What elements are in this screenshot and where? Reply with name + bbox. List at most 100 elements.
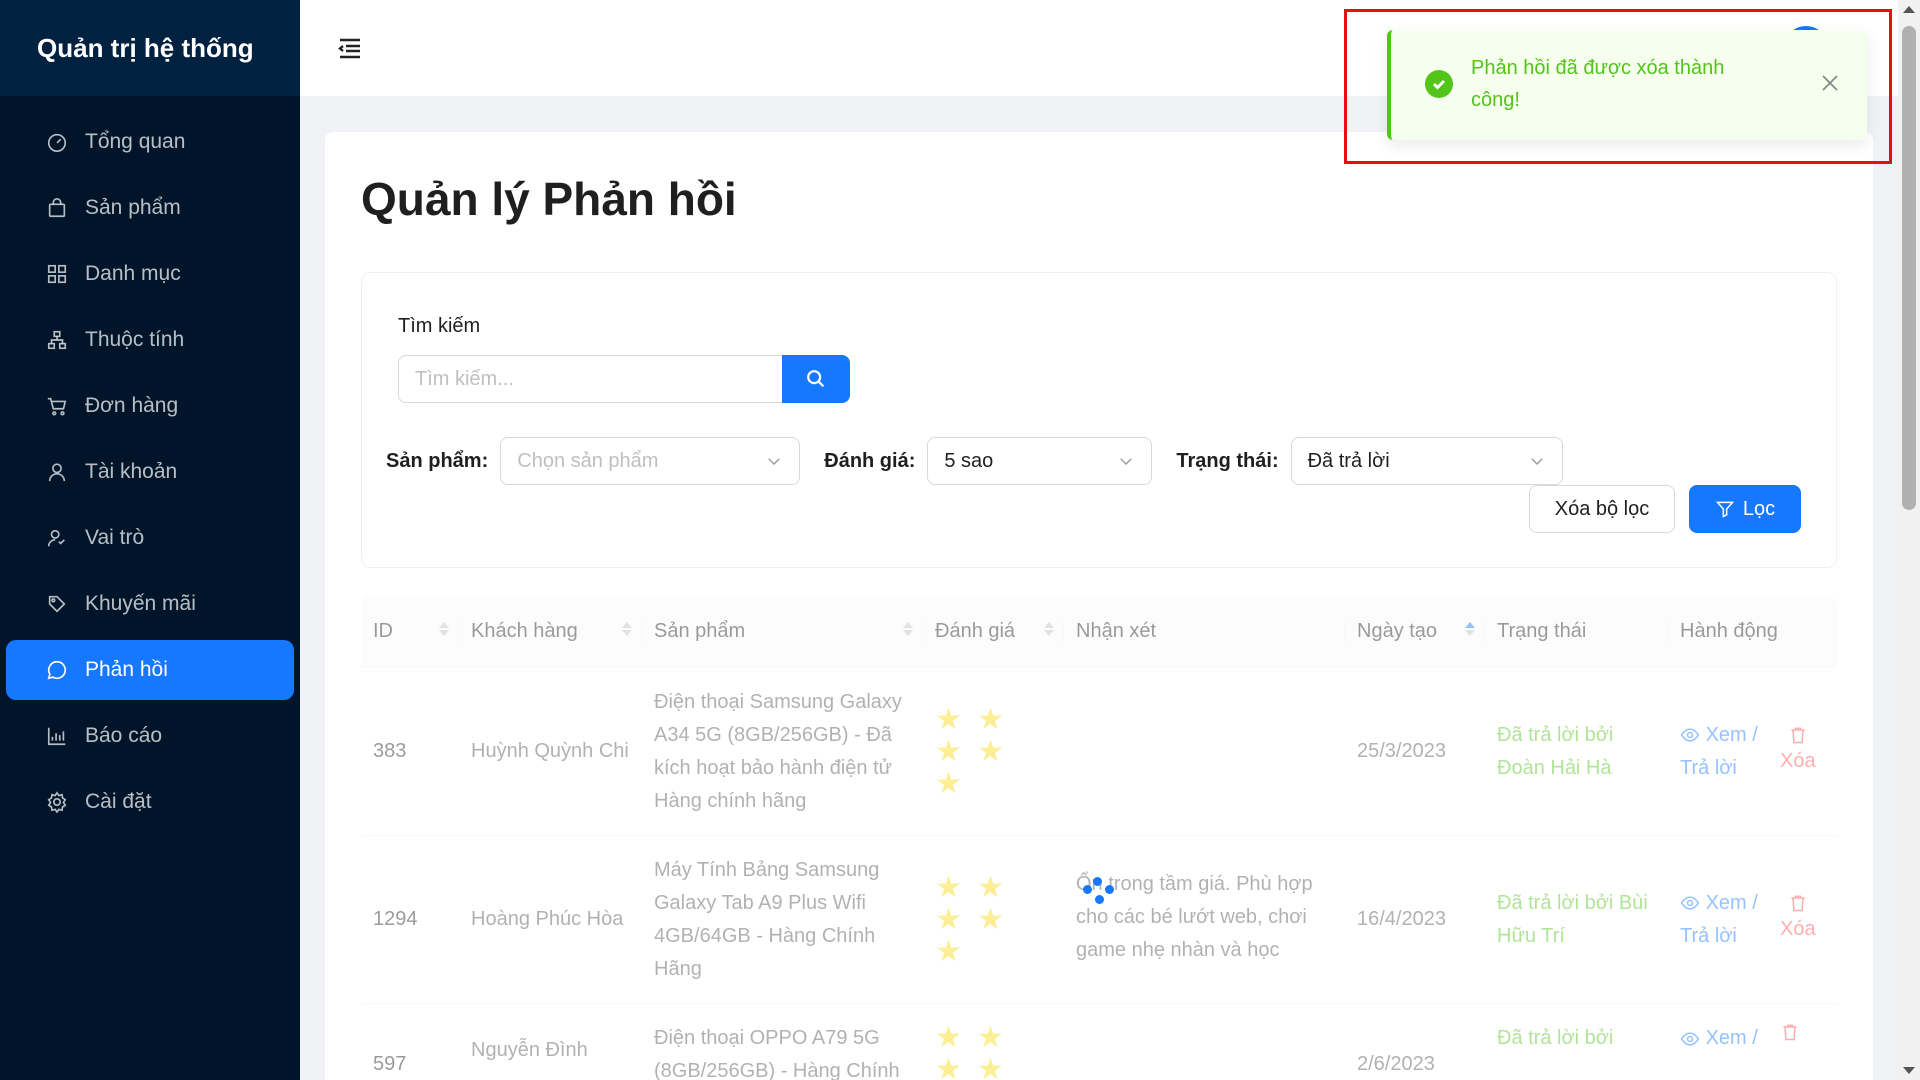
gear-icon [43, 788, 71, 816]
table-row: 1294 Hoàng Phúc Hòa Máy Tính Bảng Samsun… [361, 836, 1837, 1004]
column-header-actions: Hành động [1668, 596, 1837, 667]
star-icon: ★ [935, 734, 962, 768]
delete-link[interactable]: Xóa [1780, 893, 1816, 946]
product-select-placeholder: Chọn sản phẩm [517, 449, 659, 472]
eye-icon [1680, 896, 1700, 910]
loading-spinner-icon [1083, 877, 1119, 913]
dashboard-icon [43, 128, 71, 156]
rating-select-value: 5 sao [944, 449, 994, 472]
rating-filter-label: Đánh giá: [824, 449, 916, 472]
page-scrollbar[interactable] [1898, 0, 1920, 1080]
table-row: 383 Huỳnh Quỳnh Chi Điện thoại Samsung G… [361, 668, 1837, 836]
column-header-rating[interactable]: Đánh giá [923, 596, 1064, 667]
sidebar-item-don-hang[interactable]: Đơn hàng [6, 376, 294, 436]
column-header-label: ID [373, 620, 393, 642]
cell-actions: Xem / Trả lời Xóa [1668, 836, 1837, 1003]
sidebar-item-thuoc-tinh[interactable]: Thuộc tính [6, 310, 294, 370]
status-select[interactable]: Đã trả lời [1290, 437, 1563, 485]
star-icon: ★ [935, 766, 962, 800]
sidebar-item-label: Sản phẩm [85, 196, 181, 219]
column-header-product[interactable]: Sản phẩm [642, 596, 923, 667]
sidebar-item-vai-tro[interactable]: Vai trò [6, 508, 294, 568]
sidebar-menu: Tổng quan Sản phẩm Danh mục Thuộc tính Đ… [0, 96, 300, 832]
close-icon[interactable] [1819, 72, 1841, 94]
column-header-customer[interactable]: Khách hàng [459, 596, 642, 667]
search-button[interactable] [782, 355, 850, 403]
tag-icon [43, 590, 71, 618]
sidebar-item-label: Danh mục [85, 262, 181, 285]
view-reply-link[interactable]: Xem / Trả lời [1680, 719, 1780, 785]
rating-select[interactable]: 5 sao [927, 437, 1153, 485]
cart-icon [43, 392, 71, 420]
view-reply-link[interactable]: Xem / [1680, 1022, 1780, 1055]
column-header-label: Khách hàng [471, 620, 578, 642]
cell-date: 16/4/2023 [1357, 908, 1446, 930]
star-icon: ★ [977, 1053, 1004, 1080]
delete-label: Xóa [1780, 750, 1816, 772]
sidebar-item-label: Thuộc tính [85, 328, 185, 351]
delete-label: Xóa [1780, 918, 1816, 940]
cell-status: Đã trả lời bởi Bùi Hữu Trí [1497, 891, 1648, 947]
sidebar-item-khuyen-mai[interactable]: Khuyến mãi [6, 574, 294, 634]
sidebar-item-label: Vai trò [85, 526, 145, 549]
filter-button[interactable]: Lọc [1689, 485, 1801, 533]
page-title: Quản lý Phản hồi [361, 173, 737, 225]
sidebar-item-tong-quan[interactable]: Tổng quan [6, 112, 294, 172]
cell-date: 2/6/2023 [1357, 1053, 1435, 1075]
sort-icon [622, 622, 632, 636]
message-icon [43, 656, 71, 684]
main-content: Quản lý Phản hồi Tìm kiếm Sản phẩm: Chọn… [325, 132, 1873, 1080]
sidebar-item-tai-khoan[interactable]: Tài khoản [6, 442, 294, 502]
bar-chart-icon [43, 722, 71, 750]
column-header-label: Trạng thái [1497, 620, 1587, 642]
status-filter-label: Trạng thái: [1176, 449, 1279, 472]
column-header-id[interactable]: ID [361, 596, 459, 667]
table-header: ID Khách hàng Sản phẩm Đánh giá Nhận xét [361, 596, 1837, 668]
sidebar-item-label: Cài đặt [85, 790, 152, 813]
check-circle-icon [1425, 70, 1453, 98]
feedback-table: ID Khách hàng Sản phẩm Đánh giá Nhận xét [361, 596, 1837, 1080]
filter-button-label: Lọc [1742, 497, 1776, 520]
eye-icon [1680, 728, 1700, 742]
cell-actions: Xem / Trả lời Xóa [1668, 668, 1837, 835]
cell-id: 597 [373, 1053, 407, 1075]
scroll-up-icon[interactable] [1903, 6, 1915, 13]
sidebar-item-label: Tài khoản [85, 460, 178, 483]
column-header-date[interactable]: Ngày tạo [1345, 596, 1485, 667]
cell-customer: Huỳnh Quỳnh Chi [471, 740, 629, 762]
star-icon: ★ [977, 734, 1004, 768]
product-select[interactable]: Chọn sản phẩm [500, 437, 801, 485]
sidebar-item-phan-hoi[interactable]: Phản hồi [6, 640, 294, 700]
star-icon: ★ [977, 870, 1004, 904]
scroll-down-icon[interactable] [1903, 1067, 1915, 1074]
star-icon: ★ [935, 1053, 962, 1080]
eye-icon [1680, 1032, 1700, 1046]
sidebar-item-bao-cao[interactable]: Báo cáo [6, 706, 294, 766]
cell-product: Điện thoại OPPO A79 5G (8GB/256GB) - Hàn… [654, 1027, 900, 1080]
sidebar-item-danh-muc[interactable]: Danh mục [6, 244, 294, 304]
cell-actions: Xem / [1668, 1022, 1837, 1055]
sidebar-item-cai-dat[interactable]: Cài đặt [6, 772, 294, 832]
delete-link[interactable]: Xóa [1780, 725, 1816, 778]
filter-panel: Tìm kiếm Sản phẩm: Chọn sản phẩm Đánh gi… [361, 272, 1837, 568]
cell-rating: ★★★★★ [923, 668, 1064, 835]
sidebar-item-label: Phản hồi [85, 658, 168, 681]
cell-customer: Nguyễn Đình [471, 1039, 588, 1061]
table-row: 597 Nguyễn Đình Điện thoại OPPO A79 5G (… [361, 1004, 1837, 1080]
clear-filter-button[interactable]: Xóa bộ lọc [1529, 485, 1675, 533]
search-group [398, 355, 850, 403]
cell-product: Máy Tính Bảng Samsung Galaxy Tab A9 Plus… [654, 858, 880, 980]
status-select-value: Đã trả lời [1307, 449, 1390, 472]
product-filter-label: Sản phẩm: [386, 449, 489, 472]
star-icon: ★ [935, 902, 962, 936]
users-icon [43, 524, 71, 552]
cell-rating: ★★★★★ [923, 836, 1064, 1003]
search-input[interactable] [398, 355, 782, 403]
menu-toggle-icon[interactable] [336, 34, 364, 62]
star-icon: ★ [935, 702, 962, 736]
scrollbar-thumb[interactable] [1902, 26, 1916, 510]
view-reply-link[interactable]: Xem / Trả lời [1680, 887, 1780, 953]
shopping-bag-icon [43, 194, 71, 222]
delete-link[interactable] [1780, 1022, 1800, 1042]
sidebar-item-san-pham[interactable]: Sản phẩm [6, 178, 294, 238]
